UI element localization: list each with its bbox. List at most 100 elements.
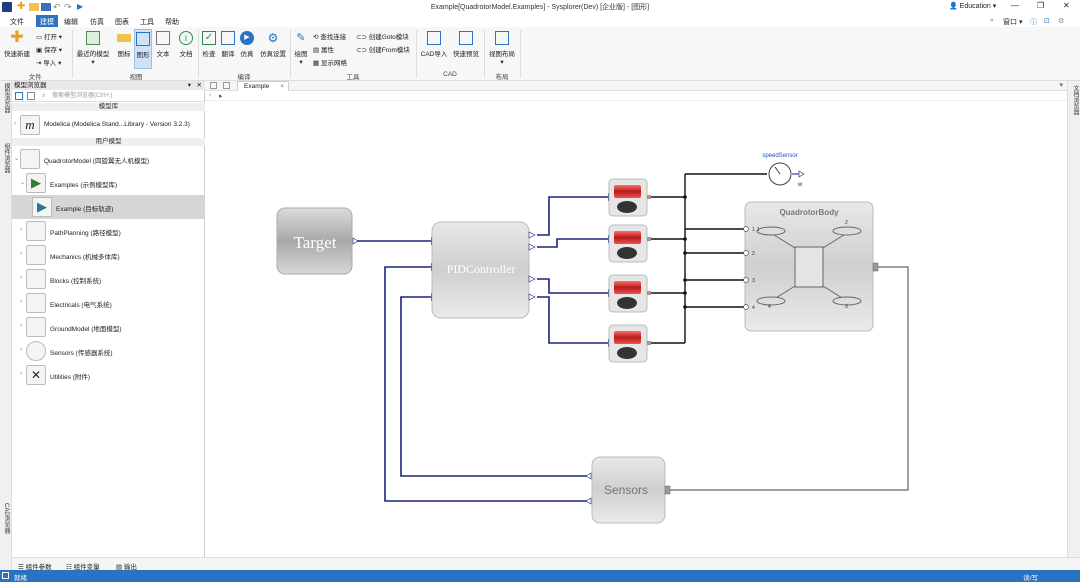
menu-simulation[interactable]: 仿真 <box>90 17 104 27</box>
wire-pid-motor2[interactable] <box>537 238 608 248</box>
model-search-input[interactable]: ⌕ 搜索模型浏览器(Ctrl+;) <box>12 90 205 102</box>
check-icon: ✓ <box>202 31 216 45</box>
properties-button[interactable]: ▤ 属性 <box>313 44 334 54</box>
back-icon[interactable]: ‹ <box>209 92 211 99</box>
close-button[interactable]: ✕ <box>1063 1 1070 10</box>
view-layout-button[interactable]: 视图布局 ▾ <box>487 31 517 66</box>
expand-icon[interactable]: › <box>20 371 22 377</box>
speed-sensor[interactable]: speedSensor w <box>762 153 805 188</box>
diagram-view-button[interactable]: 图形 <box>134 29 152 69</box>
menu-modeling[interactable]: 建模 <box>36 15 58 27</box>
blocks-icon <box>26 269 46 289</box>
tree-item-modelica[interactable]: › m Modelica (Modelica Stand...Library -… <box>12 113 205 137</box>
quick-preview-label: 快速预览 <box>453 51 479 58</box>
user-menu[interactable]: 👤 Education ▾ <box>949 2 996 10</box>
diagram-view-label: 图形 <box>136 52 150 59</box>
find-connection-button[interactable]: ⟲ 查找连接 <box>313 31 346 41</box>
expand-icon[interactable]: › <box>20 227 22 233</box>
pid-controller-block[interactable]: PIDController <box>431 221 536 319</box>
search-icon[interactable]: ⌕ <box>990 17 994 25</box>
menu-file[interactable]: 文件 <box>10 17 24 27</box>
create-from-button[interactable]: ⊂⊃ 创建From模块 <box>356 44 410 54</box>
motor-4[interactable] <box>608 324 651 363</box>
quadrotor-body-block[interactable]: QuadrotorBody 1 2 3 4 1 2 3 4 <box>743 201 879 332</box>
collapse-icon[interactable]: ⌄ <box>20 179 25 186</box>
expand-icon[interactable]: › <box>20 323 22 329</box>
cad-import-button[interactable]: CAD导入 <box>419 31 449 58</box>
recent-models-button[interactable]: 最近的模型 ▾ <box>76 31 110 66</box>
tree-item-groundmodel[interactable]: › GroundModel (地面模型) <box>12 315 205 339</box>
settings-icon[interactable]: ⚙ <box>1058 17 1064 25</box>
menu-edit[interactable]: 编辑 <box>64 17 78 27</box>
tab-cad-browser[interactable]: CAD浏览器 <box>2 503 11 534</box>
collapse-icon[interactable] <box>27 92 35 100</box>
tree-item-sensors[interactable]: › Sensors (传感器系统) <box>12 339 205 363</box>
new-tab-icon[interactable] <box>210 82 217 89</box>
text-view-button[interactable]: 文本 <box>155 31 171 58</box>
menu-chart[interactable]: 图表 <box>115 17 129 27</box>
sim-settings-button[interactable]: ⚙ 仿真设置 <box>259 31 287 58</box>
tab-menu-icon[interactable]: ▾ <box>1059 81 1063 89</box>
expand-icon[interactable]: › <box>14 121 16 127</box>
tab-example[interactable]: Example × <box>237 81 289 91</box>
quick-new-button[interactable]: ✚ 快速新建 <box>4 30 30 59</box>
tab-document-browser[interactable]: 文档浏览器 <box>1071 85 1080 115</box>
motor-2[interactable] <box>608 224 651 263</box>
collapse-icon[interactable]: ⌄ <box>14 155 19 162</box>
wire-pid-motor3[interactable] <box>537 278 608 294</box>
sensors-block[interactable]: Sensors <box>585 456 671 524</box>
target-block[interactable]: Target <box>276 207 359 275</box>
expand-icon[interactable]: › <box>20 275 22 281</box>
wire-pid-motor4[interactable] <box>537 296 608 344</box>
motor-1[interactable] <box>608 178 651 217</box>
tab-close-icon[interactable]: × <box>280 82 284 91</box>
help-icon[interactable]: ⓘ <box>1030 17 1037 27</box>
save-button[interactable]: ▣ 保存 ▾ <box>36 44 62 54</box>
tree-item-examples[interactable]: ⌄ ▶ Examples (示例模型库) <box>12 171 205 195</box>
show-grid-button[interactable]: ▦ 显示网格 <box>313 57 347 67</box>
panel-menu-icon[interactable]: ▾ <box>188 81 191 90</box>
import-button[interactable]: ⇥ 导入 ▾ <box>36 57 61 67</box>
tree-item-label: Blocks (控制系统) <box>50 278 102 285</box>
forward-icon[interactable]: ▸ <box>219 92 223 100</box>
panel-close-icon[interactable]: ✕ <box>197 81 202 90</box>
tab-list-icon[interactable] <box>223 82 230 89</box>
translate-button[interactable]: 翻译 <box>220 31 236 58</box>
tree-item-electricals[interactable]: › Electricals (电气系统) <box>12 291 205 315</box>
quick-preview-button[interactable]: 快速预览 <box>451 31 481 58</box>
view-layout-label: 视图布局 <box>489 51 515 58</box>
ribbon-toggle-icon[interactable]: ⊡ <box>1044 17 1050 25</box>
expand-icon[interactable]: › <box>20 299 22 305</box>
icon-view-button[interactable]: 图标 <box>116 31 132 58</box>
diagram-canvas[interactable]: Target PIDController speedSensor w Quadr… <box>205 101 1067 557</box>
doc-view-button[interactable]: i 文档 <box>177 31 195 58</box>
draw-button[interactable]: ✎ 绘图 ▾ <box>293 31 309 66</box>
window-menu[interactable]: 窗口 ▾ <box>1003 17 1022 27</box>
tab-model-browser[interactable]: 模型浏览器 <box>2 83 11 113</box>
filter-icon[interactable] <box>15 92 23 100</box>
check-button[interactable]: ✓ 检查 <box>201 31 217 58</box>
tree-item-blocks[interactable]: › Blocks (控制系统) <box>12 267 205 291</box>
open-button[interactable]: ▭ 打开 ▾ <box>36 31 62 41</box>
tree-item-example[interactable]: ▶ Example (目标轨迹) <box>12 195 205 219</box>
simulate-button[interactable]: ▶ 仿真 <box>239 31 255 58</box>
open-label: 打开 <box>43 34 57 41</box>
tree-item-pathplanning[interactable]: › PathPlanning (路径模型) <box>12 219 205 243</box>
minimize-button[interactable]: — <box>1011 1 1019 10</box>
tree-item-label: QuadrotorModel (四旋翼无人机模型) <box>44 158 150 165</box>
expand-icon[interactable]: › <box>20 251 22 257</box>
wire-pid-motor1[interactable] <box>537 196 608 236</box>
restore-button[interactable]: ❐ <box>1037 1 1044 10</box>
motor-3[interactable] <box>608 274 651 313</box>
tree-item-quadrotormodel[interactable]: ⌄ QuadrotorModel (四旋翼无人机模型) <box>12 147 205 171</box>
create-goto-button[interactable]: ⊂⊃ 创建Goto模块 <box>356 31 409 41</box>
ribbon: ✚ 快速新建 ▭ 打开 ▾ ▣ 保存 ▾ ⇥ 导入 ▾ 文件 最近的模型 ▾ 图标… <box>0 27 1080 81</box>
menu-tools[interactable]: 工具 <box>140 17 154 27</box>
tree-item-utilities[interactable]: › ✕ Utilities (附件) <box>12 363 205 387</box>
tab-component-browser[interactable]: 组件浏览器 <box>2 143 11 173</box>
expand-icon[interactable]: › <box>20 347 22 353</box>
tree-item-mechanics[interactable]: › Mechanics (机械多体库) <box>12 243 205 267</box>
wire-sensors-pid-a[interactable] <box>400 296 591 477</box>
menu-help[interactable]: 帮助 <box>165 17 179 27</box>
menu-bar: 文件 建模 编辑 仿真 图表 工具 帮助 搜索 ⌕ 窗口 ▾ ⓘ ⊡ ⚙ <box>0 15 1080 41</box>
